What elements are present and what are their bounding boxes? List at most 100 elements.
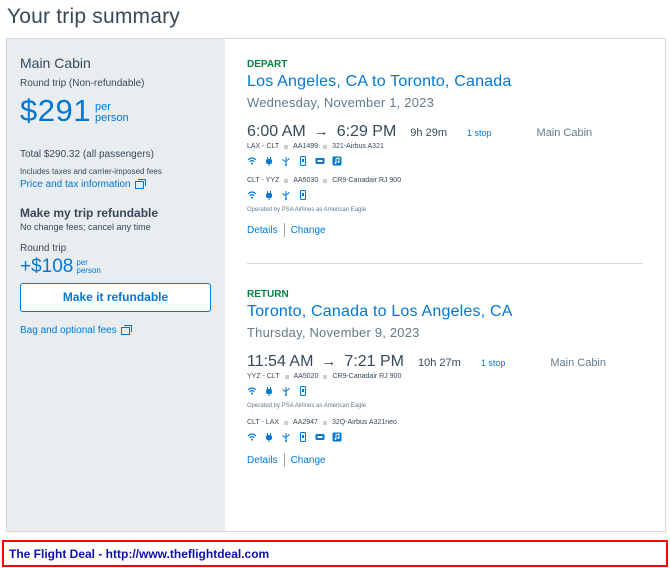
depart-arrival-time: 6:29 PM	[336, 123, 397, 140]
depart-label: DEPART	[247, 59, 288, 70]
separator-dot	[323, 178, 328, 183]
leg-aircraft: 321-Airbus A321	[332, 143, 384, 150]
leg-route: CLT - LAX	[247, 419, 280, 426]
trip-summary-card: Main Cabin Round trip (Non-refundable) $…	[6, 38, 666, 532]
separator-dot	[323, 374, 328, 379]
price-row: $291 per person	[20, 93, 212, 129]
return-actions: Details Change	[247, 453, 643, 467]
price-tax-link[interactable]: Price and tax information	[20, 178, 212, 190]
refund-addon-price: +$108	[20, 256, 74, 277]
device-entertainment-icon	[300, 156, 306, 166]
depart-departure-time: 6:00 AM	[247, 123, 306, 140]
music-icon	[332, 432, 342, 442]
wifi-icon	[247, 433, 257, 441]
device-entertainment-icon	[300, 432, 306, 442]
external-window-icon	[120, 324, 132, 335]
device-entertainment-icon	[300, 386, 306, 396]
bag-fees-link-label[interactable]: Bag and optional fees	[20, 325, 117, 336]
leg-route: CLT - YYZ	[247, 177, 280, 184]
power-outlet-icon	[266, 191, 272, 200]
person-label: person	[94, 112, 129, 124]
depart-leg1-amenities	[247, 155, 643, 167]
price-amount: $291	[20, 93, 91, 128]
external-window-icon	[134, 178, 146, 189]
bag-fees-link[interactable]: Bag and optional fees	[20, 324, 212, 336]
arrow-right-icon: →	[313, 123, 329, 140]
depart-leg2-amenities	[247, 189, 643, 201]
flight-deal-banner: The Flight Deal - http://www.theflightde…	[2, 540, 668, 567]
depart-leg2-info: CLT - YYZ AA5030 CR9-Canadair RJ 900	[247, 177, 643, 184]
price-tax-link-label[interactable]: Price and tax information	[20, 179, 131, 190]
action-divider	[283, 453, 285, 467]
depart-stops-link[interactable]: 1 stop	[467, 128, 492, 138]
return-leg1-info: YYZ - CLT AA5020 CR9-Canadair RJ 900	[247, 373, 643, 380]
make-refundable-button[interactable]: Make it refundable	[20, 283, 211, 312]
depart-route: Los Angeles, CA to Toronto, Canada	[247, 73, 512, 90]
leg-aircraft: CR9-Canadair RJ 900	[332, 177, 402, 184]
return-details-link[interactable]: Details	[247, 455, 278, 466]
trip-type: Round trip (Non-refundable)	[20, 78, 145, 89]
leg-aircraft: CR9-Canadair RJ 900	[332, 373, 402, 380]
live-tv-icon	[315, 434, 325, 440]
leg-flight: AA1499	[293, 143, 319, 150]
leg-route: LAX - CLT	[247, 143, 280, 150]
flight-deal-text: The Flight Deal - http://www.theflightde…	[9, 546, 270, 561]
action-divider	[283, 223, 285, 237]
price-panel: Main Cabin Round trip (Non-refundable) $…	[7, 39, 225, 531]
depart-leg1-info: LAX - CLT AA1499 321-Airbus A321	[247, 143, 643, 150]
depart-actions: Details Change	[247, 223, 643, 237]
power-outlet-icon	[266, 387, 272, 396]
depart-duration: 9h 29m	[410, 127, 447, 139]
device-entertainment-icon	[300, 190, 306, 200]
refundable-heading: Make my trip refundable	[20, 206, 159, 220]
depart-segment: DEPART Los Angeles, CA to Toronto, Canad…	[247, 59, 643, 237]
separator-dot	[322, 420, 327, 425]
power-outlet-icon	[266, 157, 272, 166]
separator-dot	[284, 178, 289, 183]
usb-icon	[282, 157, 290, 166]
return-leg2-amenities	[247, 431, 643, 443]
leg-route: YYZ - CLT	[247, 373, 280, 380]
page-title: Your trip summary	[7, 5, 181, 28]
round-trip-label: Round trip	[20, 243, 67, 254]
return-leg2-info: CLT - LAX AA2947 32Q-Airbus A321neo	[247, 419, 643, 426]
return-departure-time: 11:54 AM	[247, 353, 314, 370]
music-icon	[332, 156, 342, 166]
usb-icon	[282, 191, 290, 200]
separator-dot	[323, 144, 328, 149]
depart-details-link[interactable]: Details	[247, 225, 278, 236]
return-change-link[interactable]: Change	[291, 455, 326, 466]
leg-flight: AA5020	[293, 373, 319, 380]
separator-dot	[284, 420, 289, 425]
cabin-name: Main Cabin	[20, 55, 91, 71]
addon-person-label: person	[76, 266, 101, 275]
depart-time-row: 6:00 AM → 6:29 PM 9h 29m 1 stop Main Cab…	[247, 123, 643, 141]
arrow-right-icon: →	[321, 353, 337, 370]
return-duration: 10h 27m	[418, 357, 461, 369]
wifi-icon	[247, 157, 257, 165]
usb-icon	[282, 433, 290, 442]
depart-date: Wednesday, November 1, 2023	[247, 95, 435, 110]
depart-change-link[interactable]: Change	[291, 225, 326, 236]
itinerary-panel: DEPART Los Angeles, CA to Toronto, Canad…	[225, 39, 665, 531]
power-outlet-icon	[266, 433, 272, 442]
return-time-row: 11:54 AM → 7:21 PM 10h 27m 1 stop Main C…	[247, 353, 643, 371]
leg-flight: AA5030	[293, 177, 319, 184]
wifi-icon	[247, 191, 257, 199]
separator-dot	[284, 144, 289, 149]
taxes-note: Includes taxes and carrier-imposed fees	[20, 167, 162, 176]
return-operated-by: Operated by PSA Airlines as American Eag…	[247, 403, 367, 409]
return-route: Toronto, Canada to Los Angeles, CA	[247, 303, 513, 320]
total-price: Total $290.32 (all passengers)	[20, 149, 154, 160]
return-cabin-class: Main Cabin	[550, 357, 606, 369]
depart-operated-by: Operated by PSA Airlines as American Eag…	[247, 207, 367, 213]
refund-addon-price-row: +$108 per person	[20, 256, 212, 278]
return-arrival-time: 7:21 PM	[344, 353, 405, 370]
usb-icon	[282, 387, 290, 396]
segment-divider	[247, 263, 643, 264]
no-change-fees-text: No change fees; cancel any time	[20, 222, 151, 232]
return-stops-link[interactable]: 1 stop	[481, 358, 506, 368]
live-tv-icon	[315, 158, 325, 164]
return-leg1-amenities	[247, 385, 643, 397]
return-label: RETURN	[247, 289, 289, 300]
